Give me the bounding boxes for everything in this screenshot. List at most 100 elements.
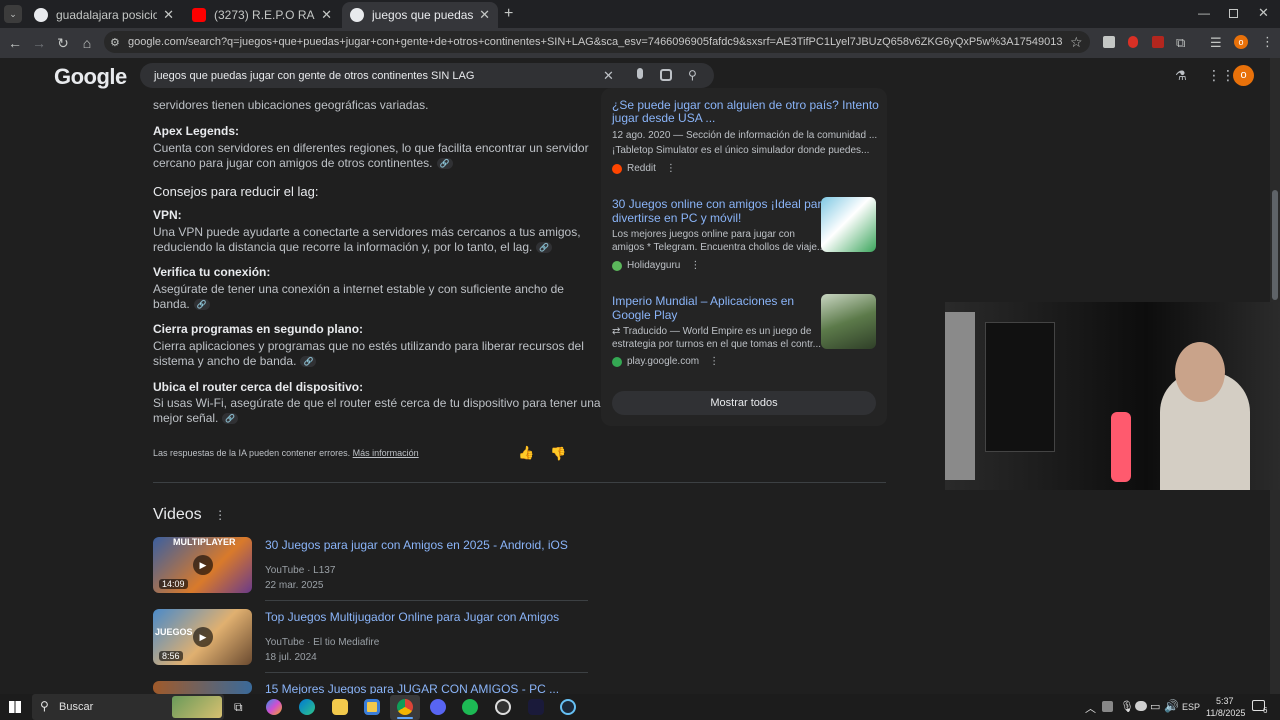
consejos-heading: Consejos para reducir el lag: [153,184,319,199]
more-options-icon[interactable]: ⋮ [709,356,719,367]
extension-shield-icon[interactable] [1152,36,1164,48]
tab-1[interactable]: guadalajara posiciones - Buscar ✕ [26,2,182,28]
divider [153,482,886,483]
tab-2[interactable]: (3273) R.E.P.O RAP | Zarcort, W ✕ [184,2,340,28]
thumbs-down-icon[interactable]: 👎 [550,446,566,462]
show-all-button[interactable]: Mostrar todos [612,391,876,415]
video-thumbnail[interactable]: MULTIPLAYER ▶ 14:09 [153,537,252,593]
streamer-head [1175,342,1225,402]
result-thumbnail[interactable] [821,294,876,349]
source-link-icon[interactable]: 🔗 [222,413,239,425]
result-source[interactable]: Holidayguru ⋮ [612,260,700,271]
minimize-icon[interactable]: — [1198,6,1210,20]
videos-heading: Videos ⋮ [153,506,227,523]
apps-grid-icon[interactable]: ⋮⋮ [1207,67,1235,84]
steam-icon[interactable] [560,699,576,715]
result-title-line1[interactable]: 30 Juegos online con amigos ¡Ideal para [612,197,828,211]
file-explorer-icon[interactable] [332,699,348,715]
close-window-icon[interactable]: ✕ [1258,5,1269,21]
result-title-line1[interactable]: Imperio Mundial – Aplicaciones en [612,294,794,308]
result-snippet: amigos * Telegram. Encuentra chollos de … [612,242,826,253]
copilot-icon[interactable] [266,699,282,715]
result-title-line2[interactable]: Google Play [612,308,677,322]
source-link-icon[interactable]: 🔗 [436,158,453,170]
tray-cloud-icon[interactable] [1135,701,1147,711]
video-title[interactable]: 30 Juegos para jugar con Amigos en 2025 … [265,538,568,552]
result-source[interactable]: Reddit ⋮ [612,163,676,174]
clear-search-icon[interactable]: ✕ [603,68,614,84]
google-account-avatar[interactable]: o [1233,65,1254,86]
tab-search-button[interactable]: ⌄ [4,5,22,23]
source-name: play.google.com [627,356,700,367]
thumbs-up-icon[interactable]: 👍 [518,445,534,461]
profile-avatar[interactable]: o [1234,35,1248,49]
bookmark-star-icon[interactable]: ☆ [1070,34,1083,51]
reload-icon[interactable]: ↻ [54,34,72,52]
video-thumbnail[interactable]: JUEGOS ▶ 8:56 [153,609,252,665]
tray-network-icon[interactable]: ▭ [1150,700,1160,713]
labs-flask-icon[interactable]: ⚗ [1175,68,1187,84]
tray-volume-icon[interactable]: 🔊 [1164,699,1179,713]
monitor-light [945,312,975,480]
result-title-line1[interactable]: ¿Se puede jugar con alguien de otro país… [612,98,879,112]
edge-icon[interactable] [299,699,315,715]
tip-text-line2: sistema y ancho de banda. 🔗 [153,354,317,369]
result-title-line2[interactable]: divertirse en PC y móvil! [612,211,741,225]
new-tab-button[interactable]: + [504,5,513,23]
extensions-puzzle-icon[interactable]: ⧉ [1176,35,1185,51]
site-info-icon[interactable]: ⚙ [110,36,120,49]
menu-dots-icon[interactable]: ⋮ [1261,34,1274,50]
close-icon[interactable]: ✕ [479,7,490,23]
tray-chevron-icon[interactable]: ︿ [1085,700,1096,716]
discord-icon[interactable] [430,699,446,715]
store-icon[interactable] [364,699,380,715]
restore-icon[interactable] [1229,9,1238,18]
extension-icon[interactable] [1103,36,1115,48]
video-title[interactable]: Top Juegos Multijugador Online para Juga… [265,610,559,624]
video-thumbnail[interactable] [153,681,252,694]
language-indicator[interactable]: ESP [1182,702,1200,712]
clock-date[interactable]: 11/8/2025 [1206,708,1245,718]
tray-app-icon[interactable] [1102,701,1113,712]
tray-mic-icon[interactable]: 🎙 [1120,700,1134,713]
scrollbar-thumb[interactable] [1272,190,1278,300]
more-info-link[interactable]: Más información [353,448,419,458]
video-duration: 14:09 [159,579,188,589]
extension-red-icon[interactable] [1128,36,1138,48]
more-options-icon[interactable]: ⋮ [666,163,676,174]
result-snippet: estrategia por turnos en el que tomas el… [612,339,822,350]
translate-icon: ⇄ [612,326,623,337]
more-options-icon[interactable]: ⋮ [214,508,226,522]
microphone [1111,412,1131,482]
video-date: 18 jul. 2024 [265,652,317,663]
url-text: google.com/search?q=juegos+que+puedas+ju… [128,36,1063,48]
voice-search-icon[interactable] [637,68,643,79]
search-input[interactable]: juegos que puedas jugar con gente de otr… [154,70,474,82]
app-icon[interactable] [528,699,544,715]
reading-list-icon[interactable]: ☰ [1210,35,1222,51]
search-icon[interactable]: ⚲ [688,68,697,82]
result-source[interactable]: play.google.com ⋮ [612,356,719,367]
result-title-line2[interactable]: jugar desde USA ... [612,111,715,125]
google-logo[interactable]: Google [54,64,127,90]
tip-text-line2: mejor señal. 🔗 [153,411,239,426]
lens-search-icon[interactable] [660,69,672,81]
close-icon[interactable]: ✕ [321,7,332,23]
spotify-icon[interactable] [462,699,478,715]
close-icon[interactable]: ✕ [163,7,174,23]
source-link-icon[interactable]: 🔗 [300,356,317,368]
source-link-icon[interactable]: 🔗 [193,299,210,311]
windows-start-icon[interactable] [9,701,21,713]
source-link-icon[interactable]: 🔗 [536,242,553,254]
home-icon[interactable]: ⌂ [78,34,96,52]
obs-icon[interactable] [495,699,511,715]
more-options-icon[interactable]: ⋮ [690,260,700,271]
chrome-icon[interactable] [397,699,413,715]
task-view-icon[interactable]: ⧉ [234,700,243,715]
forward-icon[interactable]: → [30,34,48,52]
tab-3-active[interactable]: juegos que puedas jugar con g ✕ [342,2,498,28]
back-icon[interactable]: ← [6,34,24,52]
clock-time[interactable]: 5:37 [1216,696,1234,706]
tip-text-line1: Asegúrate de tener una conexión a intern… [153,282,564,296]
result-thumbnail[interactable] [821,197,876,252]
